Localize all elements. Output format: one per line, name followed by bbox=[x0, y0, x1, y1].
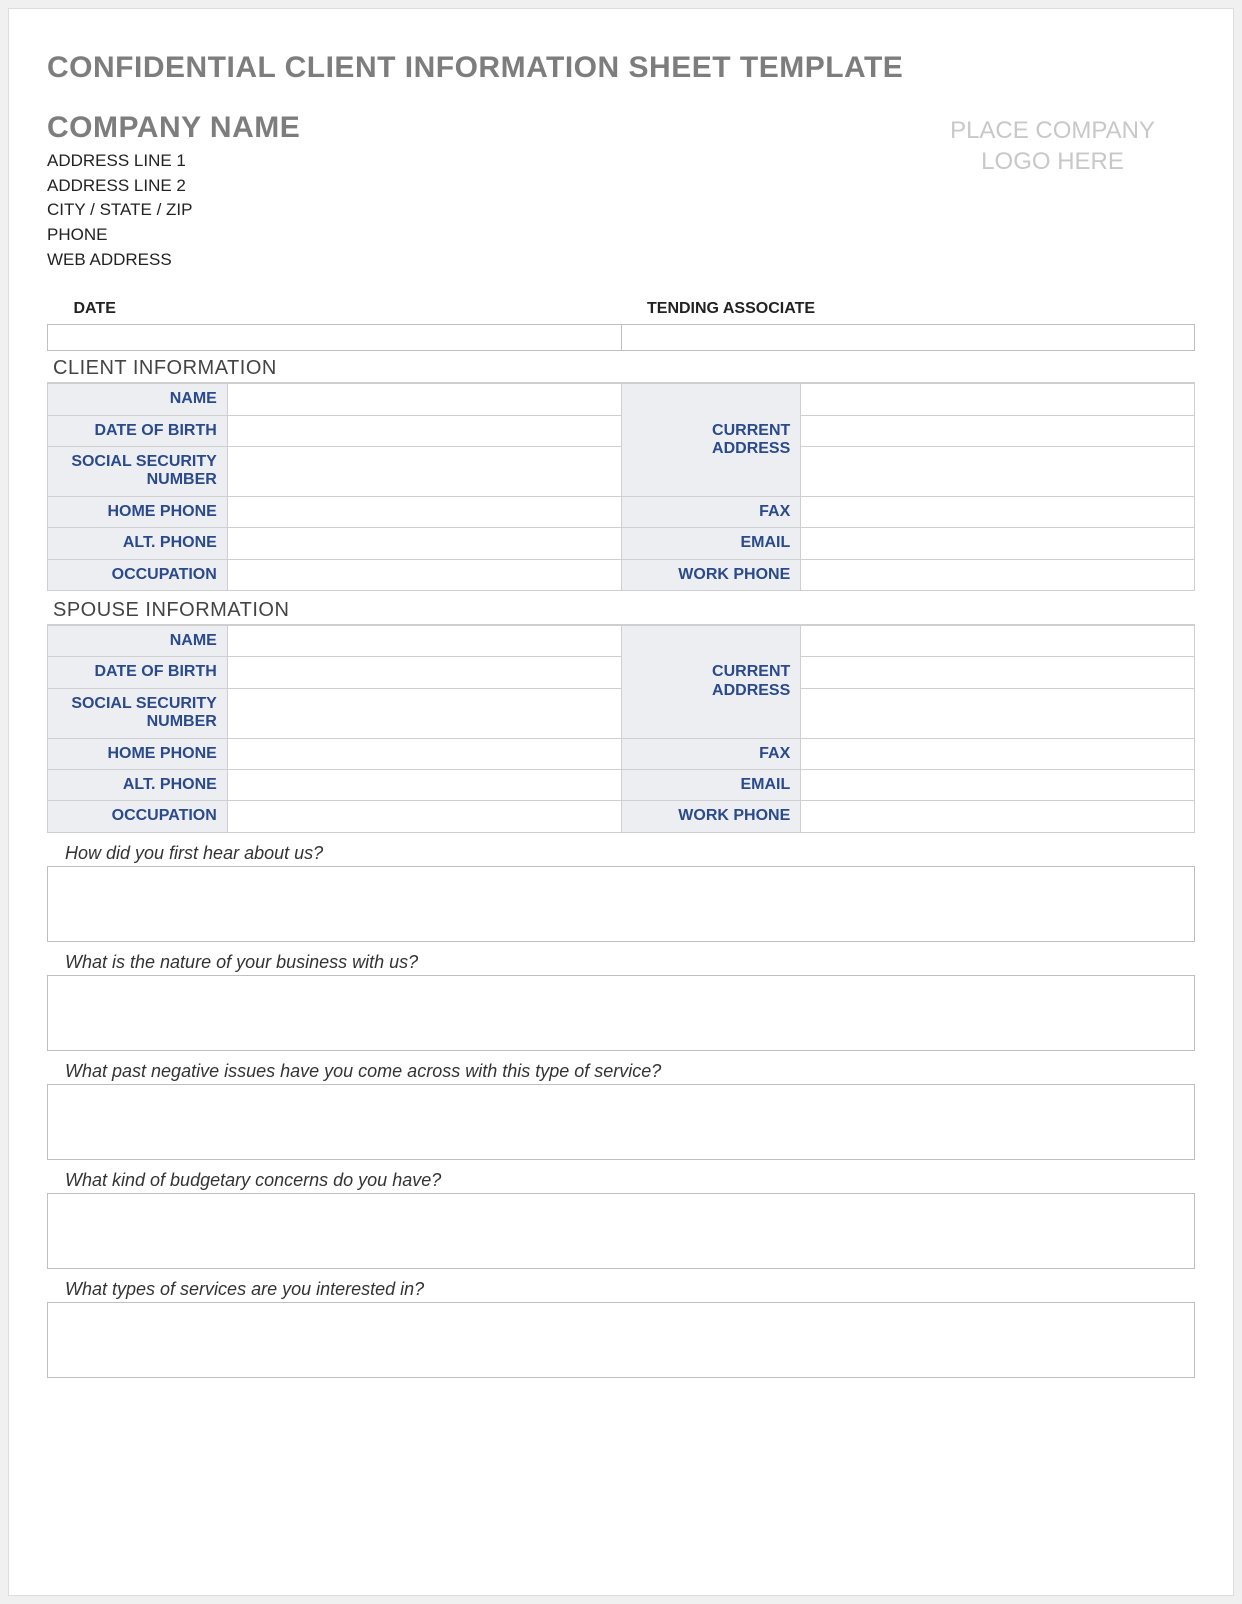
company-web: WEB ADDRESS bbox=[47, 248, 300, 273]
client-fax-label: FAX bbox=[621, 496, 801, 527]
spouse-altphone-input[interactable] bbox=[227, 769, 621, 800]
date-associate-table: DATE TENDING ASSOCIATE bbox=[47, 294, 1195, 351]
client-name-label: NAME bbox=[48, 384, 228, 415]
spouse-dob-input[interactable] bbox=[227, 657, 621, 688]
spouse-email-input[interactable] bbox=[801, 769, 1195, 800]
client-workphone-input[interactable] bbox=[801, 559, 1195, 590]
date-label: DATE bbox=[48, 294, 622, 325]
client-name-input[interactable] bbox=[227, 384, 621, 415]
client-occupation-input[interactable] bbox=[227, 559, 621, 590]
company-address2: ADDRESS LINE 2 bbox=[47, 174, 300, 199]
client-ssn-label: SOCIAL SECURITY NUMBER bbox=[48, 446, 228, 496]
question-3-text: What past negative issues have you come … bbox=[47, 1061, 1195, 1082]
question-3-block: What past negative issues have you come … bbox=[47, 1061, 1195, 1160]
spouse-workphone-input[interactable] bbox=[801, 801, 1195, 832]
date-input[interactable] bbox=[48, 325, 622, 351]
client-homephone-input[interactable] bbox=[227, 496, 621, 527]
question-2-input[interactable] bbox=[47, 975, 1195, 1051]
question-1-block: How did you first hear about us? bbox=[47, 843, 1195, 942]
document-title: CONFIDENTIAL CLIENT INFORMATION SHEET TE… bbox=[47, 51, 1195, 85]
associate-input[interactable] bbox=[621, 325, 1195, 351]
associate-label: TENDING ASSOCIATE bbox=[621, 294, 1195, 325]
spouse-name-label: NAME bbox=[48, 625, 228, 656]
spouse-fax-input[interactable] bbox=[801, 738, 1195, 769]
client-altphone-label: ALT. PHONE bbox=[48, 528, 228, 559]
company-block: COMPANY NAME ADDRESS LINE 1 ADDRESS LINE… bbox=[47, 111, 300, 272]
spouse-address-input-1[interactable] bbox=[801, 625, 1195, 656]
logo-placeholder-line2: LOGO HERE bbox=[950, 146, 1155, 177]
question-3-input[interactable] bbox=[47, 1084, 1195, 1160]
question-4-block: What kind of budgetary concerns do you h… bbox=[47, 1170, 1195, 1269]
question-5-block: What types of services are you intereste… bbox=[47, 1279, 1195, 1378]
spouse-address-input-2[interactable] bbox=[801, 657, 1195, 688]
client-altphone-input[interactable] bbox=[227, 528, 621, 559]
question-4-text: What kind of budgetary concerns do you h… bbox=[47, 1170, 1195, 1191]
spouse-fax-label: FAX bbox=[621, 738, 801, 769]
spouse-dob-label: DATE OF BIRTH bbox=[48, 657, 228, 688]
question-5-text: What types of services are you intereste… bbox=[47, 1279, 1195, 1300]
spouse-ssn-label: SOCIAL SECURITY NUMBER bbox=[48, 688, 228, 738]
company-name: COMPANY NAME bbox=[47, 111, 300, 145]
client-dob-input[interactable] bbox=[227, 415, 621, 446]
client-email-input[interactable] bbox=[801, 528, 1195, 559]
company-city-state-zip: CITY / STATE / ZIP bbox=[47, 198, 300, 223]
question-1-input[interactable] bbox=[47, 866, 1195, 942]
spouse-address-input-3[interactable] bbox=[801, 688, 1195, 738]
client-email-label: EMAIL bbox=[621, 528, 801, 559]
client-address-input-1[interactable] bbox=[801, 384, 1195, 415]
client-address-label: CURRENT ADDRESS bbox=[621, 384, 801, 497]
document-page: CONFIDENTIAL CLIENT INFORMATION SHEET TE… bbox=[8, 8, 1234, 1596]
spouse-homephone-input[interactable] bbox=[227, 738, 621, 769]
client-fax-input[interactable] bbox=[801, 496, 1195, 527]
company-address1: ADDRESS LINE 1 bbox=[47, 149, 300, 174]
client-info-grid: NAME CURRENT ADDRESS DATE OF BIRTH SOCIA… bbox=[47, 383, 1195, 591]
client-address-input-2[interactable] bbox=[801, 415, 1195, 446]
spouse-workphone-label: WORK PHONE bbox=[621, 801, 801, 832]
question-4-input[interactable] bbox=[47, 1193, 1195, 1269]
spouse-occupation-label: OCCUPATION bbox=[48, 801, 228, 832]
spouse-altphone-label: ALT. PHONE bbox=[48, 769, 228, 800]
client-address-input-3[interactable] bbox=[801, 446, 1195, 496]
client-occupation-label: OCCUPATION bbox=[48, 559, 228, 590]
question-2-text: What is the nature of your business with… bbox=[47, 952, 1195, 973]
question-5-input[interactable] bbox=[47, 1302, 1195, 1378]
header-row: COMPANY NAME ADDRESS LINE 1 ADDRESS LINE… bbox=[47, 111, 1195, 272]
client-ssn-input[interactable] bbox=[227, 446, 621, 496]
company-phone: PHONE bbox=[47, 223, 300, 248]
client-dob-label: DATE OF BIRTH bbox=[48, 415, 228, 446]
client-homephone-label: HOME PHONE bbox=[48, 496, 228, 527]
spouse-homephone-label: HOME PHONE bbox=[48, 738, 228, 769]
spouse-name-input[interactable] bbox=[227, 625, 621, 656]
question-2-block: What is the nature of your business with… bbox=[47, 952, 1195, 1051]
question-1-text: How did you first hear about us? bbox=[47, 843, 1195, 864]
spouse-address-label: CURRENT ADDRESS bbox=[621, 625, 801, 738]
spouse-ssn-input[interactable] bbox=[227, 688, 621, 738]
logo-placeholder-line1: PLACE COMPANY bbox=[950, 115, 1155, 146]
spouse-info-grid: NAME CURRENT ADDRESS DATE OF BIRTH SOCIA… bbox=[47, 625, 1195, 833]
logo-placeholder: PLACE COMPANY LOGO HERE bbox=[950, 111, 1195, 177]
client-section-title: CLIENT INFORMATION bbox=[47, 357, 1195, 383]
spouse-email-label: EMAIL bbox=[621, 769, 801, 800]
client-workphone-label: WORK PHONE bbox=[621, 559, 801, 590]
spouse-occupation-input[interactable] bbox=[227, 801, 621, 832]
spouse-section-title: SPOUSE INFORMATION bbox=[47, 599, 1195, 625]
